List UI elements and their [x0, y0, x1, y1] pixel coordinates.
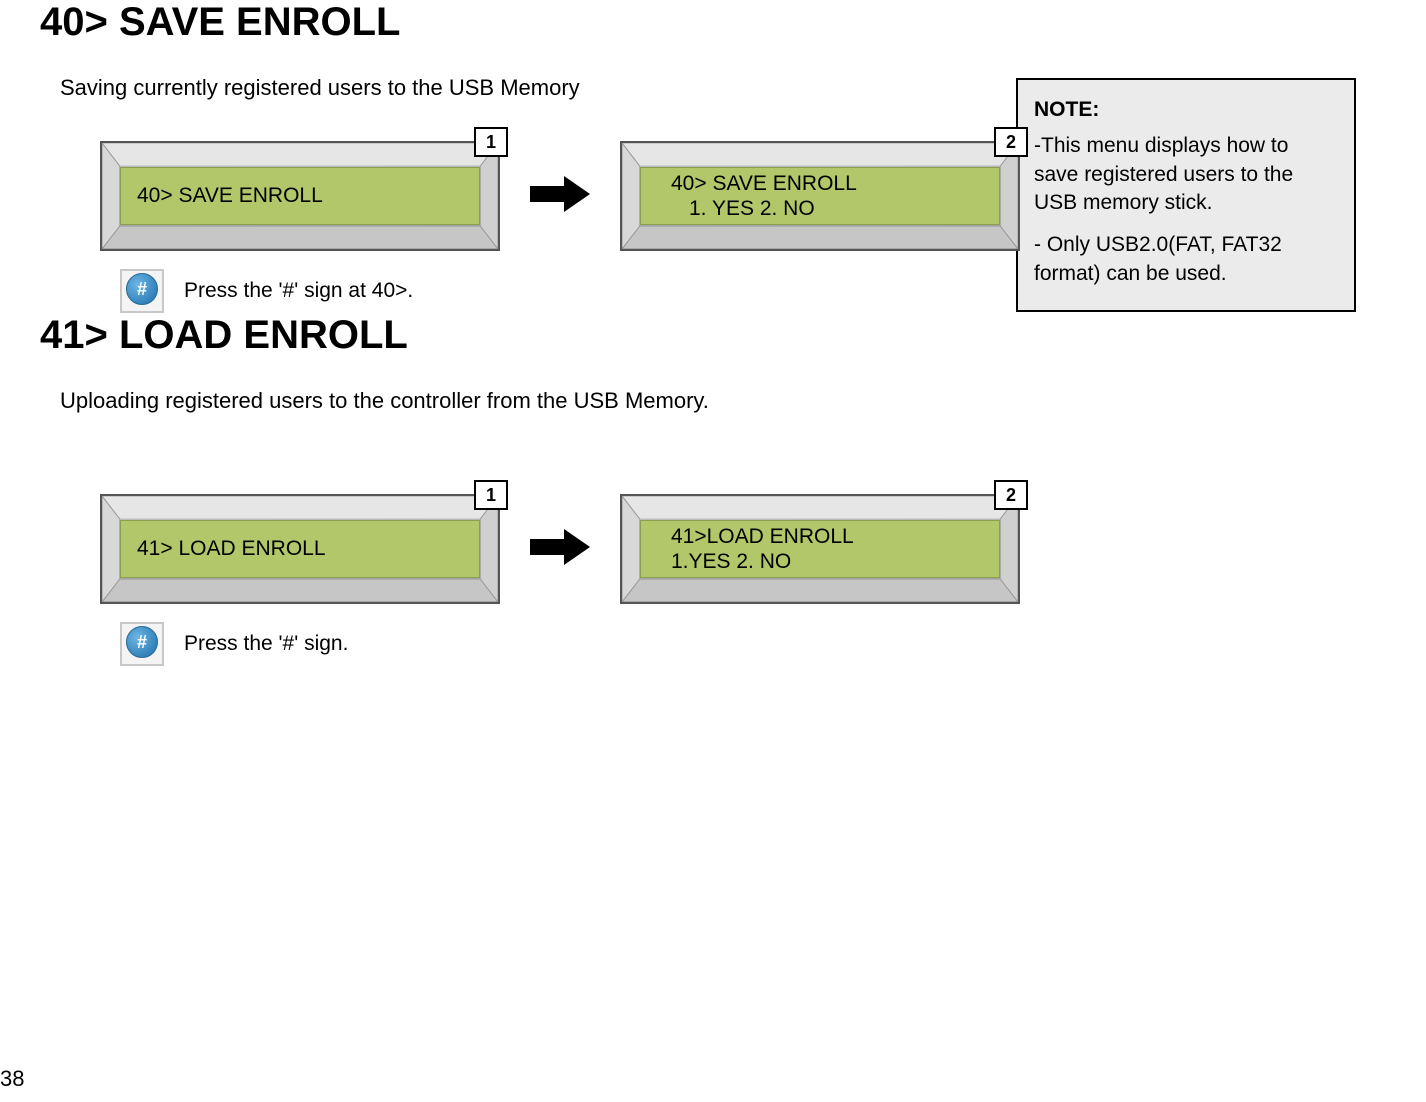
lcd-line: 40> SAVE ENROLL	[671, 171, 999, 196]
lcd-line: 1.YES 2. NO	[671, 549, 999, 574]
lcd-frame: 40> SAVE ENROLL 1. YES 2. NO	[620, 141, 1020, 251]
section1-caption: Press the '#' sign at 40>.	[184, 279, 413, 303]
lcd-screen: 41>LOAD ENROLL 1.YES 2. NO	[640, 520, 1000, 578]
lcd-screen: 40> SAVE ENROLL	[120, 167, 480, 225]
note-line-2: - Only USB2.0(FAT, FAT32 format) can be …	[1034, 231, 1336, 288]
section2-lcd1-wrap: 1 41> LOAD ENROLL	[100, 494, 500, 604]
lcd-screen: 41> LOAD ENROLL	[120, 520, 480, 578]
section2-title: 41> LOAD ENROLL	[40, 313, 1386, 358]
page-number: 38	[0, 1066, 24, 1092]
note-box: NOTE: -This menu displays how to save re…	[1016, 78, 1356, 312]
hash-circle-icon: #	[126, 626, 158, 658]
section2-lcd2-wrap: 2 41>LOAD ENROLL 1.YES 2. NO	[620, 494, 1020, 604]
lcd-frame: 41>LOAD ENROLL 1.YES 2. NO	[620, 494, 1020, 604]
arrow-right-icon	[530, 174, 590, 219]
section1-lcd2-wrap: 2 40> SAVE ENROLL 1. YES 2. NO	[620, 141, 1020, 251]
step-badge-1: 1	[474, 127, 508, 157]
section1-lcd1-wrap: 1 40> SAVE ENROLL	[100, 141, 500, 251]
lcd-frame: 41> LOAD ENROLL	[100, 494, 500, 604]
step-badge-1: 1	[474, 480, 508, 510]
step-badge-2: 2	[994, 127, 1028, 157]
lcd-line: 1. YES 2. NO	[671, 196, 999, 221]
section2-caption-row: # Press the '#' sign.	[120, 622, 1386, 666]
section2-flow: 1 41> LOAD ENROLL	[100, 494, 1386, 604]
section2-caption: Press the '#' sign.	[184, 632, 348, 656]
lcd-line: 41>LOAD ENROLL	[671, 524, 999, 549]
step-badge-2: 2	[994, 480, 1028, 510]
hash-key-icon: #	[120, 269, 164, 313]
note-title: NOTE:	[1034, 96, 1336, 124]
section1-title: 40> SAVE ENROLL	[40, 0, 1386, 45]
lcd-line: 41> LOAD ENROLL	[137, 536, 479, 561]
lcd-screen: 40> SAVE ENROLL 1. YES 2. NO	[640, 167, 1000, 225]
arrow-right-icon	[530, 527, 590, 572]
note-line-1: -This menu displays how to save register…	[1034, 132, 1336, 217]
hash-circle-icon: #	[126, 273, 158, 305]
lcd-line: 40> SAVE ENROLL	[137, 183, 479, 208]
section2-desc: Uploading registered users to the contro…	[60, 388, 1386, 414]
hash-key-icon: #	[120, 622, 164, 666]
lcd-frame: 40> SAVE ENROLL	[100, 141, 500, 251]
